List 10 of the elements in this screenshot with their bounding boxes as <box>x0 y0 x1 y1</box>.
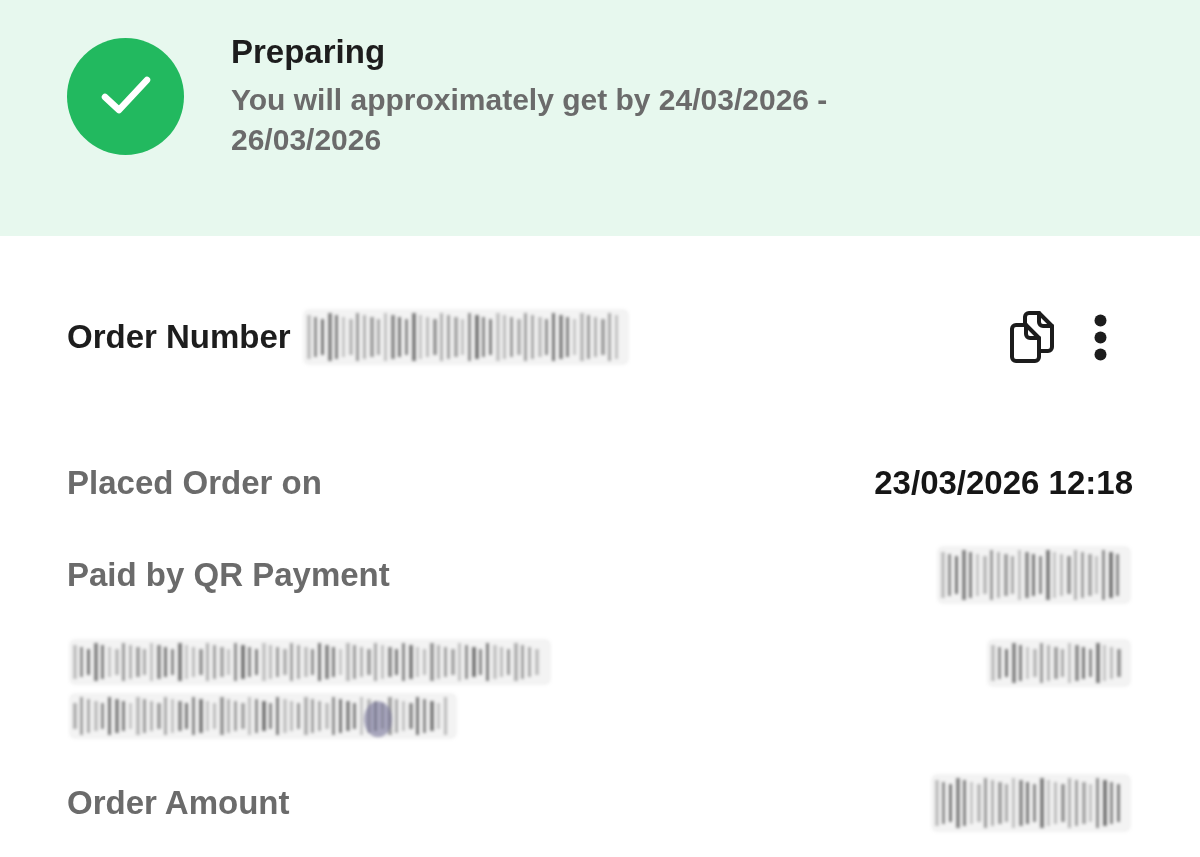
detail-label: Paid by QR Payment <box>67 555 390 595</box>
order-number-label: Order Number <box>67 317 291 357</box>
detail-value: 23/03/2026 12:18 <box>874 463 1133 503</box>
check-circle-icon <box>67 38 184 155</box>
status-message: You will approximately get by 24/03/2026 - 26/03/2026 <box>231 82 829 158</box>
detail-label: Placed Order on <box>67 463 322 503</box>
copy-icon[interactable] <box>1008 311 1056 363</box>
detail-label: Order Amount <box>67 783 290 823</box>
more-vertical-icon[interactable] <box>1094 313 1107 361</box>
status-title: Preparing <box>231 32 387 72</box>
